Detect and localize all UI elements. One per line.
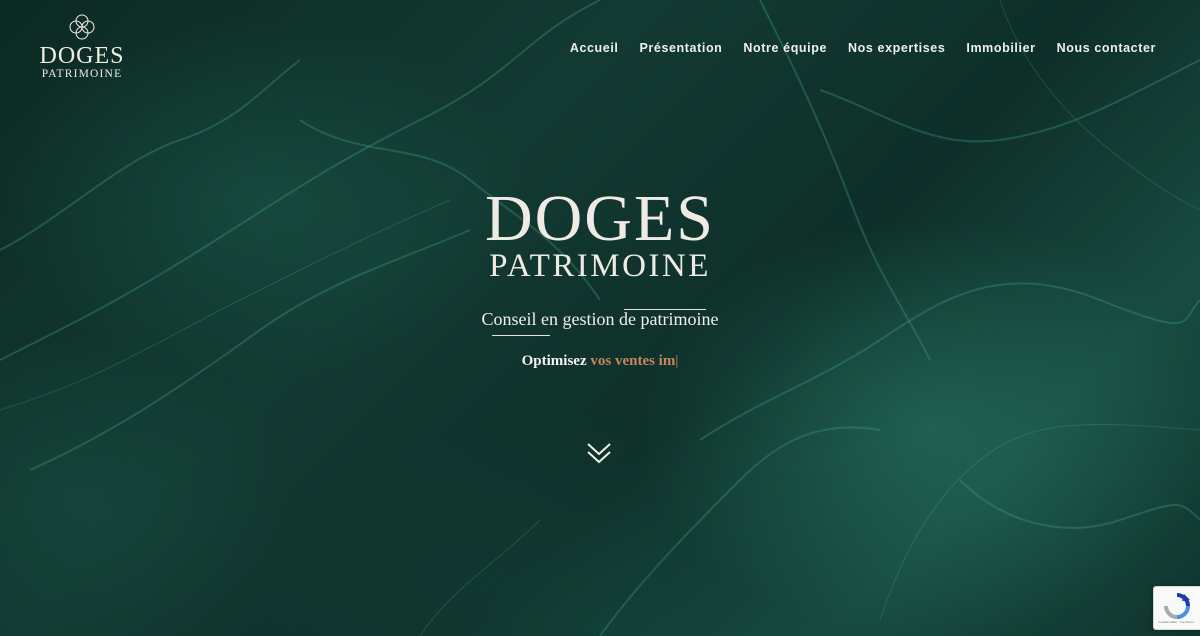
typed-prefix: Optimisez [521, 353, 591, 369]
nav-item-immobilier[interactable]: Immobilier [966, 41, 1035, 55]
recaptcha-fine-print[interactable]: Confidentialité - Conditions [1158, 620, 1194, 624]
hero-subtitle: Conseil en gestion de patrimoine [481, 309, 719, 329]
brand-line1: DOGES [39, 43, 125, 69]
nav-item-presentation[interactable]: Présentation [640, 41, 723, 55]
nav-item-nous-contacter[interactable]: Nous contacter [1057, 41, 1156, 55]
brand-line2: PATRIMOINE [41, 68, 123, 80]
knot-emblem-icon [69, 14, 95, 40]
brand-logo[interactable]: DOGES PATRIMOINE [36, 12, 128, 80]
hero-typed-tagline: Optimisez vos ventes im| [0, 353, 1200, 370]
nav-item-notre-equipe[interactable]: Notre équipe [743, 41, 827, 55]
main-nav: Accueil Présentation Notre équipe Nos ex… [570, 41, 1156, 55]
typed-cursor: | [675, 353, 679, 369]
typed-accent: vos ventes im [590, 353, 676, 369]
double-chevron-down-icon[interactable] [585, 440, 613, 466]
nav-item-accueil[interactable]: Accueil [570, 41, 619, 55]
recaptcha-icon [1164, 593, 1190, 619]
hero-title-line2: PATRIMOINE [489, 248, 711, 284]
hero-title-line1: DOGES [484, 182, 715, 255]
recaptcha-badge[interactable]: Confidentialité - Conditions [1153, 586, 1200, 630]
subtitle-bottom-rule [492, 335, 550, 336]
nav-item-nos-expertises[interactable]: Nos expertises [848, 41, 945, 55]
